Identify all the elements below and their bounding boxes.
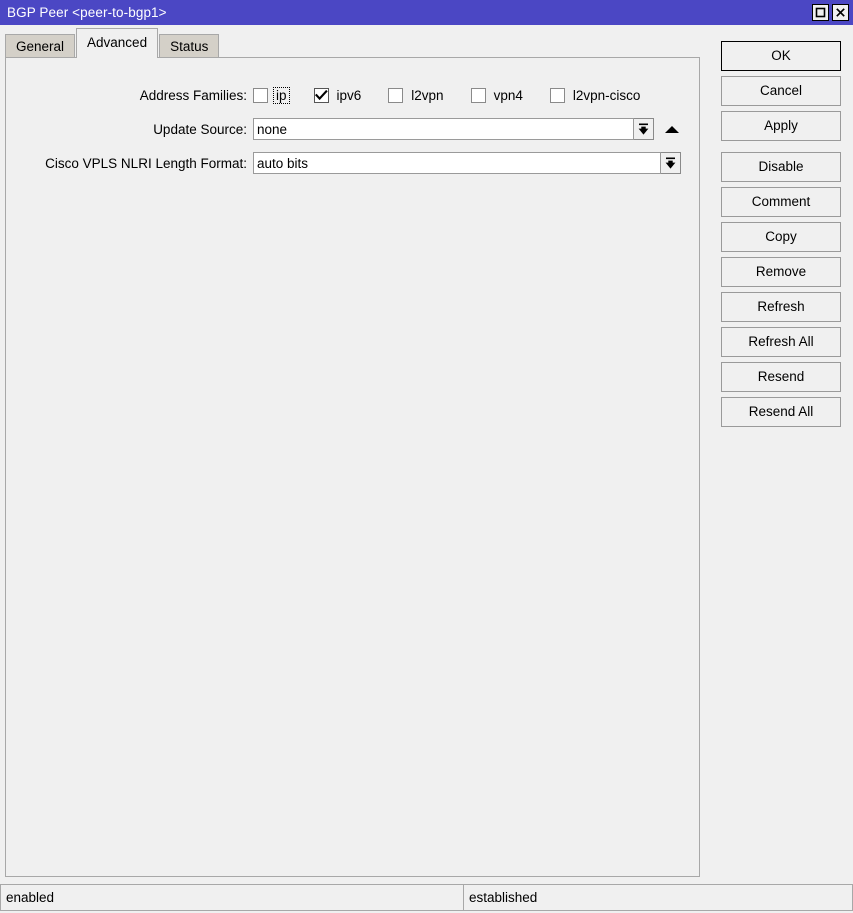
address-families-group: ip ipv6 l2vpn vpn4 l2vpn-cisco [253,86,667,104]
checkbox-item-ip[interactable]: ip [253,86,290,104]
checkbox-l2vpn-cisco[interactable] [549,87,565,103]
checkbox-item-l2vpn[interactable]: l2vpn [388,87,445,103]
action-button-column: OK Cancel Apply Disable Comment Copy Rem… [721,41,841,432]
title-bar: BGP Peer <peer-to-bgp1> [0,0,853,25]
remove-button[interactable]: Remove [721,257,841,287]
advanced-tab-panel: Address Families: ip ipv6 l2vpn vpn4 l2v… [5,57,700,877]
checkbox-label-l2vpn-cisco: l2vpn-cisco [572,87,641,103]
cisco-vpls-nlri-label: Cisco VPLS NLRI Length Format: [45,155,247,171]
apply-button[interactable]: Apply [721,111,841,141]
update-source-dropdown-button[interactable] [634,118,654,140]
cisco-vpls-nlri-row: Cisco VPLS NLRI Length Format: auto bits [6,152,696,174]
copy-button[interactable]: Copy [721,222,841,252]
status-badge-enabled: enabled [0,884,464,911]
tab-status[interactable]: Status [159,34,220,58]
checkbox-ipv6[interactable] [313,87,329,103]
refresh-button[interactable]: Refresh [721,292,841,322]
cisco-vpls-nlri-input[interactable]: auto bits [253,152,661,174]
checkbox-item-l2vpn-cisco[interactable]: l2vpn-cisco [549,87,643,103]
status-bar: enabled established [0,884,853,911]
address-families-label: Address Families: [139,87,247,103]
checkbox-item-vpn4[interactable]: vpn4 [470,87,525,103]
dropdown-arrow-icon [665,157,676,169]
comment-button[interactable]: Comment [721,187,841,217]
dropdown-arrow-icon [638,123,649,135]
tab-advanced[interactable]: Advanced [76,28,159,58]
tab-general[interactable]: General [5,34,76,58]
ok-button[interactable]: OK [721,41,841,71]
close-icon[interactable] [832,4,849,21]
maximize-icon[interactable] [812,4,829,21]
cancel-button[interactable]: Cancel [721,76,841,106]
checkbox-ip[interactable] [253,87,268,103]
checkbox-label-vpn4: vpn4 [493,87,523,103]
checkbox-label-ipv6: ipv6 [336,87,362,103]
resend-all-button[interactable]: Resend All [721,397,841,427]
window-controls [812,4,853,21]
update-source-row: Update Source: none [6,118,696,140]
update-source-input[interactable]: none [253,118,634,140]
status-badge-established: established [464,884,853,911]
checkbox-label-l2vpn: l2vpn [411,87,444,103]
disable-button[interactable]: Disable [721,152,841,182]
cisco-vpls-nlri-dropdown-button[interactable] [661,152,681,174]
checkbox-vpn4[interactable] [470,87,486,103]
checkbox-l2vpn[interactable] [388,87,404,103]
check-icon [314,89,328,100]
checkbox-label-ip: ip [273,86,290,104]
refresh-all-button[interactable]: Refresh All [721,327,841,357]
update-source-label: Update Source: [153,121,247,137]
update-source-collapse-button[interactable] [663,118,681,140]
collapse-up-arrow-icon [665,125,679,133]
resend-button[interactable]: Resend [721,362,841,392]
address-families-row: Address Families: ip ipv6 l2vpn vpn4 l2v… [6,84,696,106]
checkbox-item-ipv6[interactable]: ipv6 [313,87,364,103]
window-title: BGP Peer <peer-to-bgp1> [7,5,167,20]
tab-strip: General Advanced Status [5,28,220,58]
